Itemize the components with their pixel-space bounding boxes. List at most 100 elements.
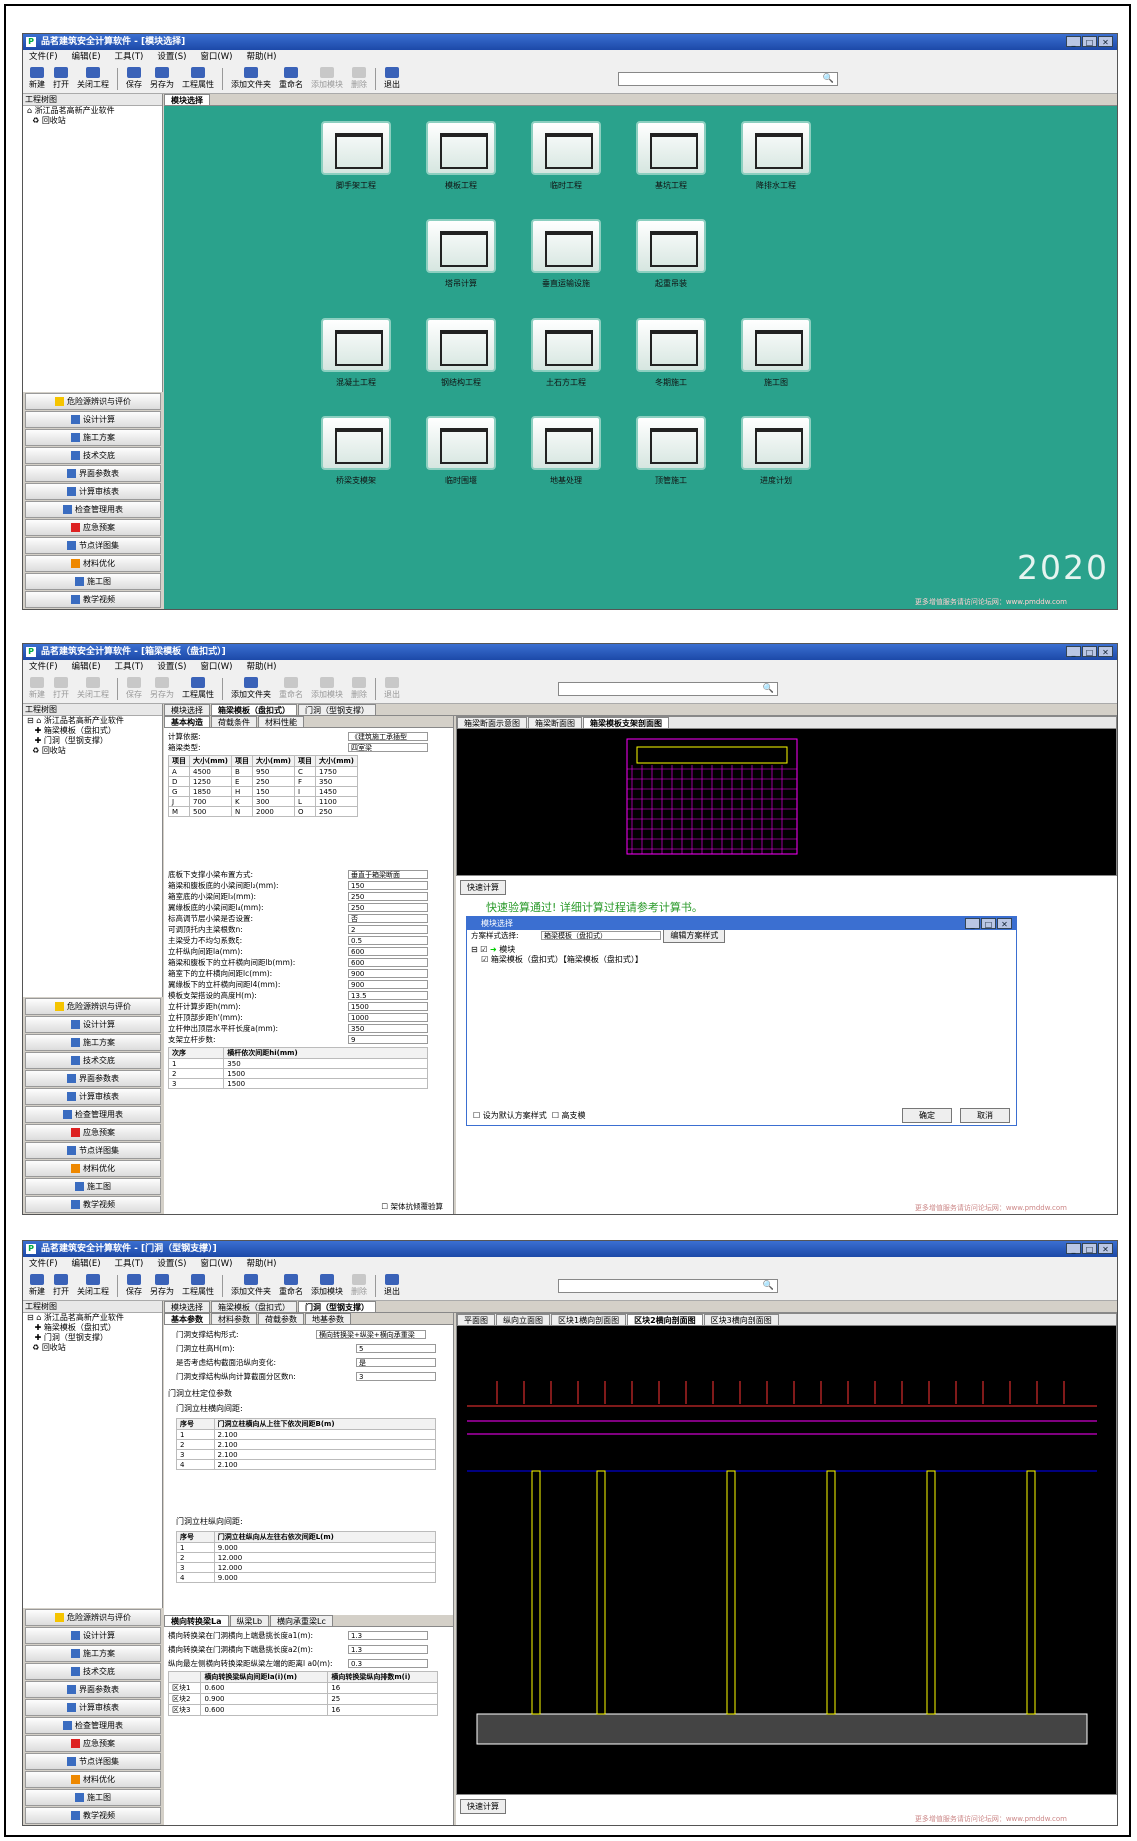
nav-item[interactable]: 施工方案: [25, 429, 161, 446]
close-button[interactable]: ✕: [1098, 36, 1113, 47]
close-button[interactable]: ✕: [1098, 646, 1113, 657]
cancel-button[interactable]: 取消: [960, 1108, 1010, 1123]
menu-file[interactable]: 文件(F): [29, 50, 58, 64]
param-value[interactable]: 0.5: [348, 936, 428, 945]
nav-item[interactable]: 危险源辨识与评价: [25, 1609, 161, 1626]
nav-item[interactable]: 应急预案: [25, 1735, 161, 1752]
la0-input[interactable]: 0.3: [348, 1659, 428, 1668]
nav-item[interactable]: 设计计算: [25, 1016, 161, 1033]
nav-item[interactable]: 检查管理用表: [25, 1717, 161, 1734]
tab-door-opening[interactable]: 门洞（型钢支撑）: [298, 704, 376, 715]
tab-support-section[interactable]: 箱梁模板支架剖面图: [583, 717, 669, 728]
table-row[interactable]: 2 2.100: [176, 1439, 436, 1450]
module-tile[interactable]: 基坑工程: [636, 121, 706, 191]
menu-edit[interactable]: 编辑(E): [72, 660, 101, 674]
module-tile[interactable]: 脚手架工程: [321, 121, 391, 191]
rename-button[interactable]: 重命名: [279, 677, 303, 700]
table-row[interactable]: M 500 N 2000 O 250: [168, 806, 358, 817]
project-props-button[interactable]: 工程属性: [182, 1274, 214, 1297]
tab-door-opening[interactable]: 门洞（型钢支撑）: [298, 1301, 376, 1312]
table-row[interactable]: 区块3 0.600 16: [167, 1704, 438, 1716]
module-tile[interactable]: 临时围堰: [426, 416, 496, 486]
forum-link[interactable]: 更多增值服务请访问论坛网：www.pmddw.com: [915, 1203, 1067, 1213]
tab-section-sketch[interactable]: 箱梁断面示意图: [457, 717, 527, 728]
tab-la[interactable]: 横向转换梁La: [164, 1615, 229, 1626]
zone-count-input[interactable]: 3: [356, 1372, 436, 1381]
nav-item[interactable]: 材料优化: [25, 1771, 161, 1788]
menu-edit[interactable]: 编辑(E): [72, 50, 101, 64]
table-row[interactable]: 1 9.000: [176, 1542, 437, 1553]
nav-item[interactable]: 节点详图集: [25, 537, 161, 554]
param-value[interactable]: 350: [348, 1024, 428, 1033]
nav-item[interactable]: 施工方案: [25, 1645, 161, 1662]
new-button[interactable]: 新建: [29, 1274, 45, 1297]
param-value[interactable]: 900: [348, 969, 428, 978]
nav-item[interactable]: 计算审核表: [25, 483, 161, 500]
new-button[interactable]: 新建: [29, 67, 45, 90]
tab-module-select[interactable]: 模块选择: [164, 704, 210, 715]
module-tile[interactable]: 混凝土工程: [321, 318, 391, 388]
nav-item[interactable]: 技术交底: [25, 1663, 161, 1680]
delete-button[interactable]: 删除: [351, 677, 367, 700]
table-row[interactable]: 3 1500: [167, 1078, 428, 1089]
tab-lb[interactable]: 纵梁Lb: [229, 1615, 270, 1626]
a1-input[interactable]: 1.3: [348, 1631, 428, 1640]
module-tile[interactable]: 垂直运输设施: [531, 219, 601, 289]
ok-button[interactable]: 确定: [902, 1108, 952, 1123]
save-button[interactable]: 保存: [126, 677, 142, 700]
param-value[interactable]: 9: [348, 1035, 428, 1044]
nav-item[interactable]: 应急预案: [25, 519, 161, 536]
column-height-input[interactable]: 5: [356, 1344, 436, 1353]
module-tile[interactable]: 桥梁支模架: [321, 416, 391, 486]
table-row[interactable]: 1 2.100: [176, 1429, 436, 1440]
nav-item[interactable]: 技术交底: [25, 447, 161, 464]
nav-item[interactable]: 危险源辨识与评价: [25, 393, 161, 410]
param-value[interactable]: 否: [348, 914, 428, 923]
maximize-button[interactable]: □: [1082, 36, 1097, 47]
menu-window[interactable]: 窗口(W): [200, 1257, 232, 1271]
nav-item[interactable]: 应急预案: [25, 1124, 161, 1141]
add-folder-button[interactable]: 添加文件夹: [231, 67, 271, 90]
module-tile[interactable]: 临时工程: [531, 121, 601, 191]
minimize-button[interactable]: _: [1066, 1243, 1081, 1254]
delete-button[interactable]: 删除: [351, 67, 367, 90]
tree-child[interactable]: ✚ 门洞（型钢支撑）: [23, 736, 162, 746]
module-tile[interactable]: 顶管施工: [636, 416, 706, 486]
save-as-button[interactable]: 另存为: [150, 677, 174, 700]
param-value[interactable]: 250: [348, 892, 428, 901]
search-input[interactable]: 🔍: [558, 1279, 778, 1293]
tree-recycle[interactable]: ♻ 回收站: [23, 746, 162, 756]
section-vary-select[interactable]: 是: [356, 1358, 436, 1367]
minimize-button[interactable]: _: [965, 918, 980, 929]
nav-item[interactable]: 计算审核表: [25, 1088, 161, 1105]
nav-item[interactable]: 计算审核表: [25, 1699, 161, 1716]
nav-item[interactable]: 教学视频: [25, 591, 161, 608]
subtab-material[interactable]: 材料参数: [211, 1313, 257, 1324]
nav-item[interactable]: 材料优化: [25, 1160, 161, 1177]
tree-root[interactable]: ⊟ ⌂ 浙江品茗高新产业软件: [23, 1313, 162, 1323]
maximize-button[interactable]: □: [1082, 1243, 1097, 1254]
delete-button[interactable]: 删除: [351, 1274, 367, 1297]
subtab-load[interactable]: 荷载参数: [258, 1313, 304, 1324]
forum-link[interactable]: 更多增值服务请访问论坛网：www.pmddw.com: [915, 597, 1067, 607]
nav-item[interactable]: 施工图: [25, 573, 161, 590]
tree-child[interactable]: ✚ 门洞（型钢支撑）: [23, 1333, 162, 1343]
tab-module-select[interactable]: 模块选择: [164, 1301, 210, 1312]
subtab-load[interactable]: 荷载条件: [211, 716, 257, 727]
subtab-basic[interactable]: 基本构造: [164, 716, 210, 727]
module-tile[interactable]: 地基处理: [531, 416, 601, 486]
nav-item[interactable]: 技术交底: [25, 1052, 161, 1069]
param-value[interactable]: 1500: [348, 1002, 428, 1011]
menu-window[interactable]: 窗口(W): [200, 50, 232, 64]
new-button[interactable]: 新建: [29, 677, 45, 700]
search-input[interactable]: 🔍: [558, 682, 778, 696]
search-input[interactable]: 🔍: [618, 72, 838, 86]
exit-button[interactable]: 退出: [384, 677, 400, 700]
project-props-button[interactable]: 工程属性: [182, 67, 214, 90]
subtab-foundation[interactable]: 地基参数: [305, 1313, 351, 1324]
param-value[interactable]: 13.5: [348, 991, 428, 1000]
open-button[interactable]: 打开: [53, 67, 69, 90]
param-value[interactable]: 250: [348, 903, 428, 912]
param-value[interactable]: 1000: [348, 1013, 428, 1022]
menu-edit[interactable]: 编辑(E): [72, 1257, 101, 1271]
